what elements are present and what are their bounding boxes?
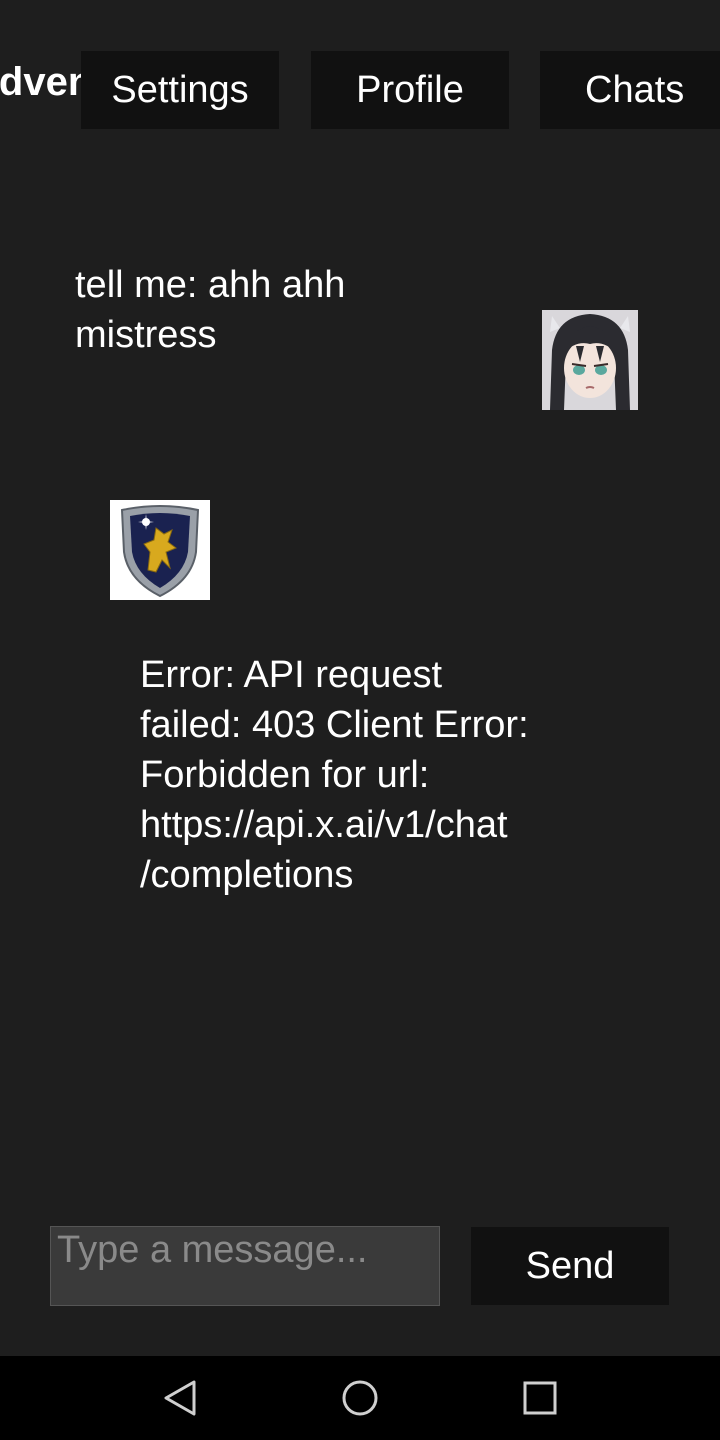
system-nav-bar: [0, 1356, 720, 1440]
chats-button[interactable]: Chats: [540, 51, 720, 129]
send-button[interactable]: Send: [471, 1227, 669, 1305]
assistant-message-text: Error: API request failed: 403 Client Er…: [140, 654, 529, 896]
assistant-avatar: [110, 500, 210, 600]
message-input-box[interactable]: [50, 1211, 440, 1306]
profile-button[interactable]: Profile: [311, 51, 509, 129]
user-avatar: [542, 310, 638, 410]
top-bar: Adventure Settings Profile Chats: [0, 0, 720, 140]
recents-icon[interactable]: [518, 1376, 562, 1420]
settings-button[interactable]: Settings: [81, 51, 279, 129]
home-icon[interactable]: [338, 1376, 382, 1420]
user-message-text: tell me: ahh ahh mistress: [75, 264, 346, 356]
user-anime-avatar-icon: [542, 310, 638, 410]
griffin-shield-icon: [110, 500, 210, 600]
back-icon[interactable]: [158, 1376, 202, 1420]
message-input[interactable]: [51, 1211, 439, 1289]
